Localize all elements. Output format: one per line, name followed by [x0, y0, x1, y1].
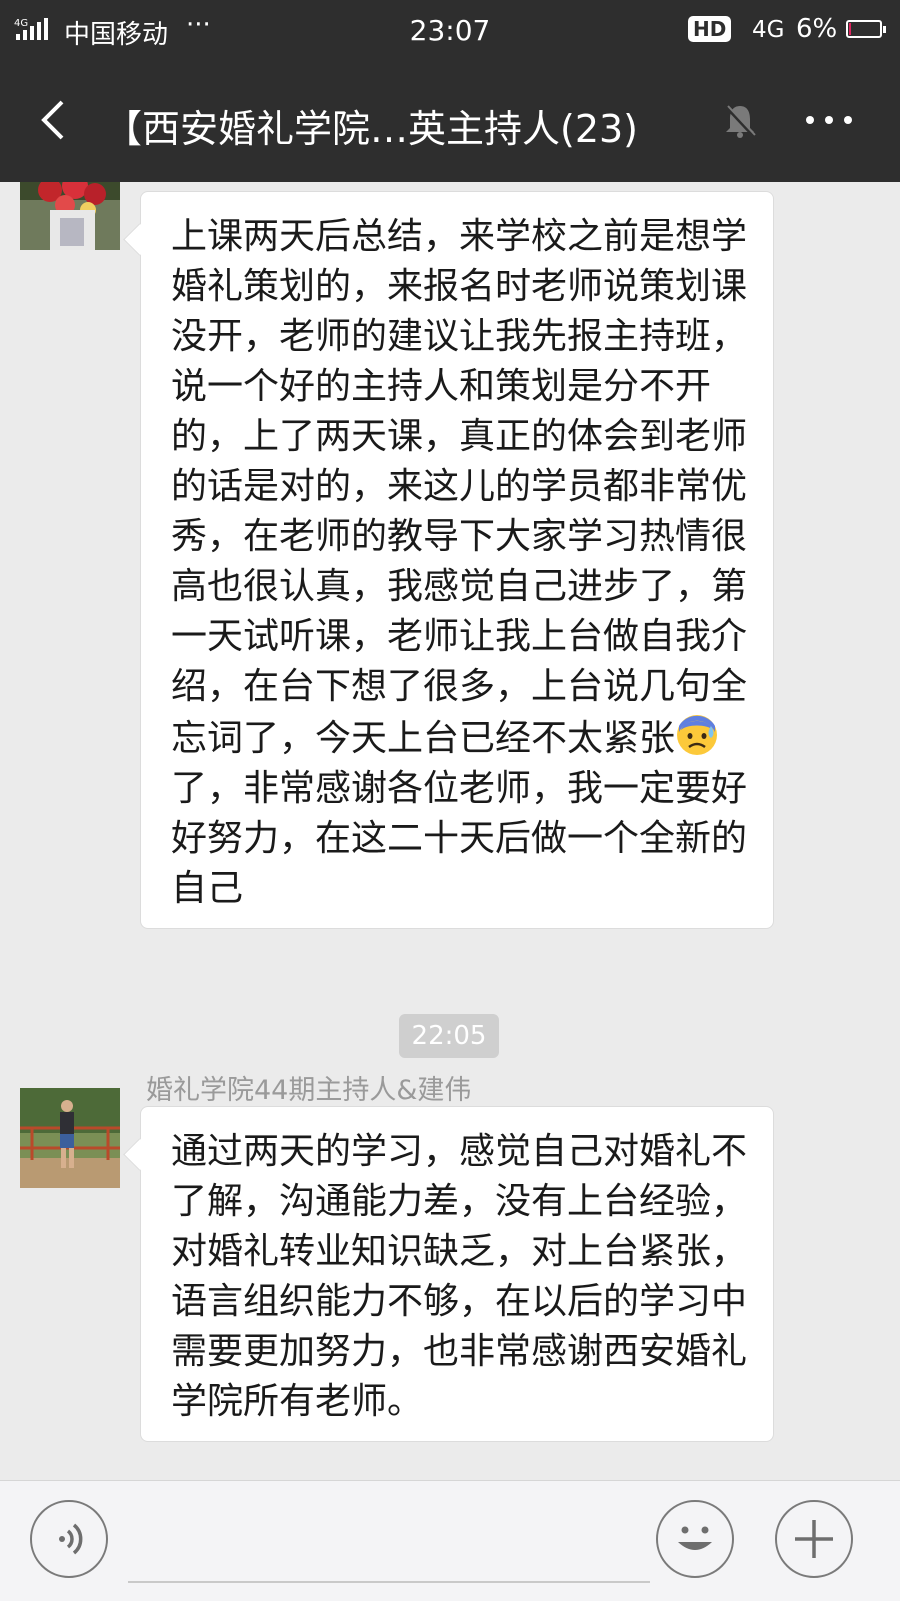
chat-title[interactable]: 【西安婚礼学院…英主持人(23) — [104, 98, 704, 153]
hd-badge: HD — [688, 16, 732, 42]
bell-muted-icon[interactable] — [722, 102, 758, 140]
avatar[interactable] — [20, 1088, 120, 1188]
status-bar: 4G 中国移动 ··· 23:07 HD 4G 6% — [0, 0, 900, 60]
smiley-icon[interactable] — [656, 1500, 734, 1578]
battery-icon — [846, 20, 886, 38]
message-text-continued: 了，非常感谢各位老师，我一定要好好努力，在这二十天后做一个全新的自己 — [171, 768, 748, 909]
anxious-sweat-face-icon — [675, 712, 719, 756]
chat-area[interactable]: 上课两天后总结，来学校之前是想学婚礼策划的，来报名时老师说策划课没开，老师的建议… — [0, 182, 900, 1480]
sender-name: 婚礼学院44期主持人&建伟 — [146, 1075, 472, 1106]
message-input[interactable] — [128, 1581, 650, 1583]
message-bubble[interactable]: 通过两天的学习，感觉自己对婚礼不了解，沟通能力差，没有上台经验，对婚礼转业知识缺… — [140, 1106, 774, 1442]
timestamp: 22:05 — [399, 1014, 499, 1058]
chat-header: 【西安婚礼学院…英主持人(23) — [0, 60, 900, 182]
voice-icon[interactable] — [30, 1500, 108, 1578]
avatar[interactable] — [20, 182, 120, 250]
message-bubble[interactable]: 上课两天后总结，来学校之前是想学婚礼策划的，来报名时老师说策划课没开，老师的建议… — [140, 191, 774, 929]
network-type: 4G — [752, 17, 785, 43]
battery-percent: 6% — [796, 14, 838, 44]
input-bar — [0, 1480, 900, 1601]
message-text: 上课两天后总结，来学校之前是想学婚礼策划的，来报名时老师说策划课没开，老师的建议… — [171, 216, 748, 759]
battery-fill — [849, 23, 851, 35]
message-text: 通过两天的学习，感觉自己对婚礼不了解，沟通能力差，没有上台经验，对婚礼转业知识缺… — [171, 1131, 748, 1422]
more-dots-icon[interactable] — [804, 110, 854, 130]
chevron-left-icon[interactable] — [34, 98, 78, 142]
plus-icon[interactable] — [775, 1500, 853, 1578]
